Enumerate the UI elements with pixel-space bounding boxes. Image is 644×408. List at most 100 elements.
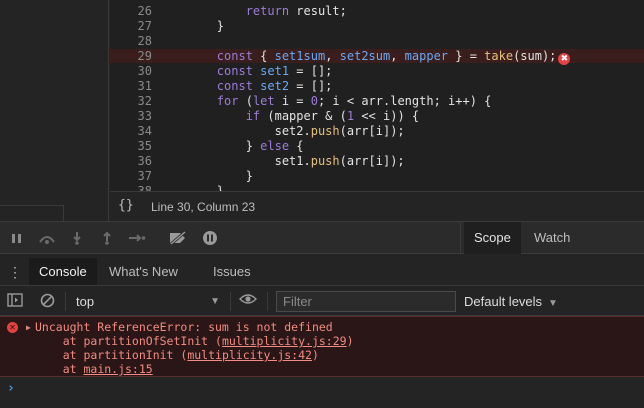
code-token: set2: [260, 79, 290, 93]
code-token: (: [238, 94, 253, 108]
line-number[interactable]: 36: [110, 154, 152, 168]
code-text: set1.push(arr[i]);: [159, 154, 405, 168]
tab-whats-new[interactable]: What's New: [99, 258, 188, 285]
code-token: take: [484, 49, 514, 63]
code-line[interactable]: 38 }: [110, 184, 644, 191]
line-number[interactable]: 38: [110, 184, 152, 191]
debugger-toolbar: Scope Watch: [0, 221, 644, 255]
code-line[interactable]: 34 set2.push(arr[i]);: [110, 124, 644, 138]
filter-input[interactable]: [276, 291, 456, 312]
code-line[interactable]: 30 const set1 = [];: [110, 64, 644, 78]
step-into-icon[interactable]: [66, 228, 88, 248]
line-number[interactable]: 26: [110, 4, 152, 18]
source-link[interactable]: main.js:15: [83, 362, 152, 376]
code-token: ; i < arr.length; i++) {: [317, 94, 492, 108]
code-token: push: [310, 154, 340, 168]
code-token: mapper: [404, 49, 449, 63]
prompt-chevron-icon: ›: [7, 381, 15, 396]
stack-frame: at partitionInit (multiplicity.js:42): [35, 348, 319, 362]
code-token: ,: [390, 49, 405, 63]
drawer-tab-bar: ⋮ Console What's New Issues: [0, 258, 644, 286]
clear-console-icon[interactable]: [38, 293, 56, 309]
caret-down-icon: ▼: [210, 296, 220, 307]
code-text: return result;: [159, 4, 347, 18]
step-icon[interactable]: [126, 228, 148, 248]
code-line[interactable]: 33 if (mapper & (1 << i)) {: [110, 109, 644, 123]
pause-icon[interactable]: [5, 228, 27, 248]
code-token: if: [245, 109, 261, 123]
code-token: }: [159, 139, 261, 153]
code-line[interactable]: 37 }: [110, 169, 644, 183]
navigator-panel: [0, 0, 109, 221]
console-error-message[interactable]: ✕ ▶ Uncaught ReferenceError: sum is not …: [0, 316, 644, 377]
code-token: {: [289, 139, 304, 153]
code-line[interactable]: 36 set1.push(arr[i]);: [110, 154, 644, 168]
more-options-icon[interactable]: ⋮: [8, 264, 22, 280]
caret-down-icon: ▼: [548, 298, 558, 309]
code-line[interactable]: 28: [110, 34, 644, 48]
code-line[interactable]: 26 return result;: [110, 4, 644, 18]
eye-icon[interactable]: [239, 293, 257, 309]
line-number[interactable]: 28: [110, 34, 152, 48]
context-selector[interactable]: top ▼: [72, 291, 224, 312]
code-text: for (let i = 0; i < arr.length; i++) {: [159, 94, 492, 108]
stack-frame-text: ): [346, 334, 354, 348]
editor-status-bar: {} Line 30, Column 23: [110, 191, 644, 221]
code-editor[interactable]: 26 return result; 27 } 28 29 const { set1su…: [110, 0, 644, 191]
line-number[interactable]: 34: [110, 124, 152, 138]
deactivate-breakpoints-icon[interactable]: [167, 228, 189, 248]
step-out-icon[interactable]: [96, 228, 118, 248]
code-token: ,: [325, 49, 340, 63]
stack-frame-text: at: [35, 362, 84, 376]
stack-frame-text: ): [311, 348, 319, 362]
pane-divider[interactable]: [460, 222, 461, 255]
tab-console[interactable]: Console: [29, 258, 97, 285]
code-token: for: [216, 94, 239, 108]
line-number[interactable]: 30: [110, 64, 152, 78]
code-token: }: [159, 184, 225, 191]
code-token: {: [252, 49, 275, 63]
log-levels-dropdown[interactable]: Default levels ▼: [464, 291, 558, 312]
sidebar-toggle-icon[interactable]: [6, 293, 24, 309]
cursor-position: Line 30, Column 23: [151, 200, 256, 214]
code-token: const: [216, 64, 253, 78]
code-token: (sum);: [513, 49, 557, 63]
code-token: let: [252, 94, 275, 108]
code-line[interactable]: 31 const set2 = [];: [110, 79, 644, 93]
code-line[interactable]: 32 for (let i = 0; i < arr.length; i++) …: [110, 94, 644, 108]
line-number[interactable]: 27: [110, 19, 152, 33]
stack-frame: at partitionOfSetInit (multiplicity.js:2…: [35, 334, 354, 348]
line-number[interactable]: 31: [110, 79, 152, 93]
line-number[interactable]: 37: [110, 169, 152, 183]
line-number[interactable]: 35: [110, 139, 152, 153]
line-number[interactable]: 29: [110, 49, 152, 63]
code-token: set1sum: [274, 49, 326, 63]
code-line[interactable]: 35 } else {: [110, 139, 644, 153]
code-text: } else {: [159, 139, 304, 153]
console-prompt[interactable]: ›: [0, 377, 644, 408]
line-number[interactable]: 33: [110, 109, 152, 123]
line-number[interactable]: 32: [110, 94, 152, 108]
code-line[interactable]: 27 }: [110, 19, 644, 33]
expand-triangle-icon[interactable]: ▶: [26, 321, 31, 335]
source-link[interactable]: multiplicity.js:42: [187, 348, 312, 362]
code-line[interactable]: 29 const { set1sum, set2sum, mapper } = …: [110, 49, 644, 65]
tab-scope[interactable]: Scope: [464, 222, 521, 254]
tab-issues[interactable]: Issues: [203, 258, 261, 285]
code-token: set1.: [159, 154, 311, 168]
code-token: push: [310, 124, 340, 138]
console-toolbar: top ▼ Default levels ▼: [0, 287, 644, 316]
code-token: return: [245, 4, 290, 18]
tab-watch[interactable]: Watch: [524, 222, 580, 254]
step-over-icon[interactable]: [36, 228, 58, 248]
source-link[interactable]: multiplicity.js:29: [222, 334, 347, 348]
pretty-print-button[interactable]: {}: [118, 198, 134, 213]
code-token: result;: [289, 4, 347, 18]
pause-on-exceptions-icon[interactable]: [199, 228, 221, 248]
code-text: if (mapper & (1 << i)) {: [159, 109, 419, 123]
code-token: const: [216, 49, 253, 63]
